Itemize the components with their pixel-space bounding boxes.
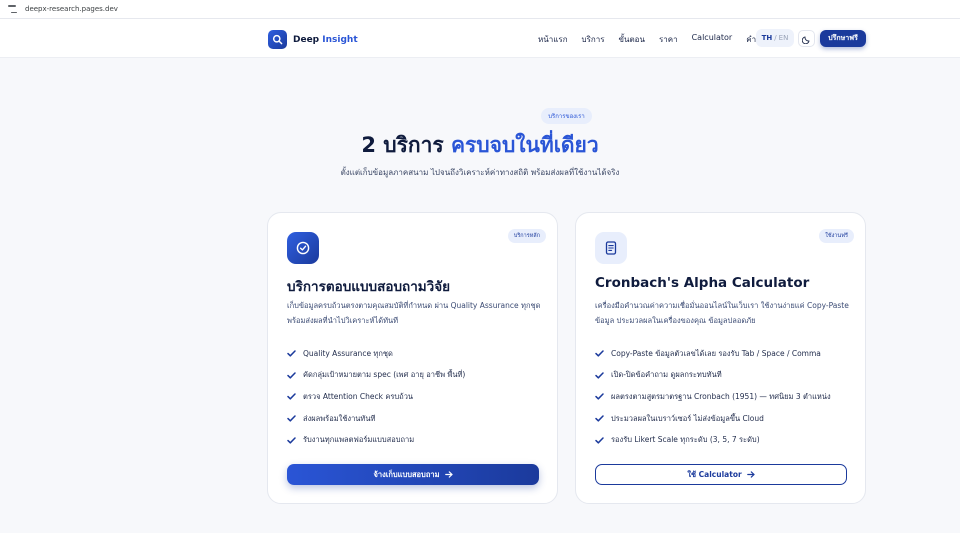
logo-text-plain: Deep	[293, 34, 320, 45]
check-circle-icon	[287, 232, 319, 264]
card-badge: บริการหลัก	[507, 229, 546, 243]
service-card-calculator: ใช้งานฟรี Cronbach's Alpha Calculator เค…	[575, 212, 866, 504]
logo-text-highlight: Insight	[322, 34, 358, 45]
card-description: เครื่องมือคำนวณค่าความเชื่อมั่นออนไลน์ใน…	[595, 301, 849, 325]
button-label: จ้างเก็บแบบสอบถาม	[373, 469, 440, 479]
theme-toggle-button[interactable]	[798, 30, 815, 47]
section-subtitle: ตั้งแต่เก็บข้อมูลภาคสนาม ไปจนถึงวิเคราะห…	[340, 168, 620, 177]
feature-item: Quality Assurance ทุกชุด	[287, 343, 465, 365]
feature-text: ตรวจ Attention Check ครบถ้วน	[303, 391, 414, 401]
feature-item: ตรวจ Attention Check ครบถ้วน	[287, 386, 465, 408]
checkmark-icon	[287, 372, 297, 379]
logo-search-icon	[268, 30, 287, 49]
browser-address-bar[interactable]: deepx-research.pages.dev	[0, 0, 960, 19]
checkmark-icon	[287, 415, 297, 422]
feature-text: คัดกลุ่มเป้าหมายตาม spec (เพศ อายุ อาชีพ…	[303, 370, 466, 380]
feature-text: ส่งผลพร้อมใช้งานทันที	[303, 413, 376, 423]
section-title: 2 บริการ ครบจบในที่เดียว	[0, 129, 960, 162]
hire-survey-button[interactable]: จ้างเก็บแบบสอบถาม	[287, 464, 539, 485]
checkmark-icon	[287, 436, 297, 444]
checkmark-icon	[595, 372, 605, 379]
feature-text: รับงานทุกแพลตฟอร์มแบบสอบถาม	[303, 435, 415, 445]
feature-text: เปิด-ปิดข้อคำถาม ดูผลกระทบทันที	[611, 370, 722, 380]
lang-separator: /	[774, 34, 777, 42]
checkmark-icon	[287, 393, 297, 401]
card-badge: ใช้งานฟรี	[819, 229, 854, 243]
checkmark-icon	[595, 415, 605, 422]
card-title: บริการตอบแบบสอบถามวิจัย	[287, 279, 451, 295]
checkmark-icon	[595, 436, 605, 444]
logo[interactable]: Deep Insight	[268, 30, 358, 49]
feature-text: ผลตรงตามสูตรมาตรฐาน Cronbach (1951) — ทศ…	[611, 391, 831, 401]
feature-text: รองรับ Likert Scale ทุกระดับ (3, 5, 7 ระ…	[611, 435, 760, 445]
free-consult-button[interactable]: ปรึกษาฟรี	[820, 30, 866, 47]
checkmark-icon	[595, 393, 605, 401]
site-settings-icon[interactable]	[8, 5, 18, 13]
feature-item: ประมวลผลในเบราว์เซอร์ ไม่ส่งข้อมูลขึ้น C…	[595, 408, 831, 430]
logo-text: Deep Insight	[293, 35, 358, 45]
feature-item: Copy-Paste ข้อมูลตัวเลขได้เลย รองรับ Tab…	[595, 343, 831, 365]
section-pill: บริการของเรา	[541, 108, 592, 124]
document-icon	[595, 232, 627, 264]
main-nav: หน้าแรก บริการ ขั้นตอน ราคา Calculator ค…	[538, 33, 785, 46]
lang-th[interactable]: TH	[762, 34, 773, 42]
site-header: Deep Insight หน้าแรก บริการ ขั้นตอน ราคา…	[0, 19, 960, 58]
button-label: ใช้ Calculator	[687, 469, 742, 479]
section-title-plain: 2 บริการ	[361, 133, 444, 157]
feature-item: ผลตรงตามสูตรมาตรฐาน Cronbach (1951) — ทศ…	[595, 386, 831, 408]
arrow-right-icon	[746, 471, 755, 478]
checkmark-icon	[287, 350, 297, 357]
feature-list: Quality Assurance ทุกชุด คัดกลุ่มเป้าหมา…	[287, 343, 465, 451]
nav-calculator[interactable]: Calculator	[692, 33, 733, 46]
address-url[interactable]: deepx-research.pages.dev	[25, 5, 118, 13]
feature-item: ส่งผลพร้อมใช้งานทันที	[287, 408, 465, 430]
use-calculator-button[interactable]: ใช้ Calculator	[595, 464, 847, 485]
nav-home[interactable]: หน้าแรก	[538, 33, 568, 46]
card-description: เก็บข้อมูลครบถ้วนตรงตามคุณสมบัติที่กำหนด…	[287, 301, 541, 325]
feature-item: คัดกลุ่มเป้าหมายตาม spec (เพศ อายุ อาชีพ…	[287, 365, 465, 387]
moon-icon	[801, 29, 811, 48]
nav-process[interactable]: ขั้นตอน	[619, 33, 645, 46]
feature-list: Copy-Paste ข้อมูลตัวเลขได้เลย รองรับ Tab…	[595, 343, 831, 451]
lang-en[interactable]: EN	[779, 34, 789, 42]
feature-item: เปิด-ปิดข้อคำถาม ดูผลกระทบทันที	[595, 365, 831, 387]
feature-text: Copy-Paste ข้อมูลตัวเลขได้เลย รองรับ Tab…	[611, 348, 821, 358]
service-card-survey: บริการหลัก บริการตอบแบบสอบถามวิจัย เก็บข…	[267, 212, 558, 504]
feature-item: รับงานทุกแพลตฟอร์มแบบสอบถาม	[287, 429, 465, 451]
arrow-right-icon	[444, 471, 453, 478]
nav-pricing[interactable]: ราคา	[659, 33, 678, 46]
feature-text: Quality Assurance ทุกชุด	[303, 348, 393, 358]
language-toggle[interactable]: TH / EN	[756, 29, 794, 47]
card-title: Cronbach's Alpha Calculator	[595, 275, 810, 291]
feature-item: รองรับ Likert Scale ทุกระดับ (3, 5, 7 ระ…	[595, 429, 831, 451]
feature-text: ประมวลผลในเบราว์เซอร์ ไม่ส่งข้อมูลขึ้น C…	[611, 413, 764, 423]
nav-services[interactable]: บริการ	[582, 33, 605, 46]
checkmark-icon	[595, 350, 605, 357]
section-title-highlight: ครบจบในที่เดียว	[450, 133, 599, 157]
